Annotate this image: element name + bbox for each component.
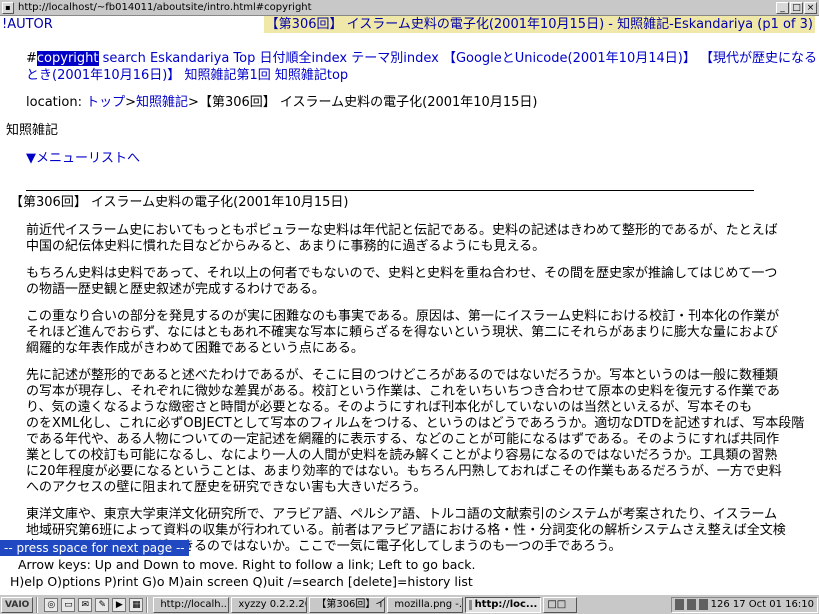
window-menu-icon[interactable]: ▪: [2, 1, 14, 14]
search-link[interactable]: search: [103, 51, 146, 66]
task-misc[interactable]: □□: [543, 596, 578, 613]
image-icon[interactable]: ▦: [129, 597, 144, 612]
location-label: location:: [26, 95, 82, 110]
paragraph-line: 綱羅的な年表作成がきわめて困難であるという点にある。: [26, 341, 364, 356]
minimize-button[interactable]: _: [776, 1, 789, 14]
task-xyzzy[interactable]: xyzzy 0.2.2.20...: [231, 596, 308, 613]
nav-links-line2: とき(2001年10月16日)】 知照雑記第1回 知照雑記top: [26, 67, 348, 84]
window-controls: _ □ ×: [776, 1, 817, 14]
article-heading: 【第306回】 イスラーム史料の電子化(2001年10月15日): [10, 195, 349, 210]
copyright-link[interactable]: copyright: [36, 51, 99, 66]
breadcrumb-current: 【第306回】 イスラーム史料の電子化(2001年10月15日): [198, 95, 538, 110]
paragraph-line: 東洋文庫や、東京大学東洋文化研究所で、アラビア語、ペルシア語、トルコ語の文献索引…: [26, 507, 778, 522]
media-icon[interactable]: ▶: [112, 597, 127, 612]
eskandariya-top-link[interactable]: Eskandariya Top: [150, 51, 255, 66]
browser-icon[interactable]: ◎: [44, 597, 59, 612]
page-title-status: 【第306回】 イスラーム史料の電子化(2001年10月15日) - 知照雑記-…: [263, 16, 815, 33]
paragraph-line: へのアクセスの壁に阻まれて歴史を研究できない害も大きいだろう。: [26, 480, 427, 495]
paragraph-line: り、気の遠くなるような緻密さと時間が必要となる。そのようにすれば刊本化がしていな…: [26, 400, 753, 415]
paragraph-line: この重なり合いの部分を発見するのが実に困難なのも事実である。原因は、第一にイスラ…: [26, 309, 780, 324]
next-article-link-cont[interactable]: とき(2001年10月16日)】: [26, 68, 180, 83]
paragraph-line: もちろん史料は史料であって、それ以上の何者でもないので、史料と史料を重ね合わせ、…: [26, 266, 778, 281]
tray-volume-icon[interactable]: [686, 599, 696, 610]
paragraph-line: のをXML化し、これに必ずOBJECTとして写本のフィルムをつける、というのはど…: [26, 416, 805, 431]
zatsuki-top-link[interactable]: 知照雑記top: [275, 68, 348, 83]
tray-battery-icon[interactable]: [698, 599, 708, 610]
menu-list-link[interactable]: ▼メニューリストへ: [26, 150, 140, 167]
taskbar: VAIO ◎ ▭ ✉ ✎ ▶ ▦ http://localh... xyzzy …: [0, 594, 819, 614]
status-left: !AUTOR: [2, 17, 53, 32]
help-line-keys: Arrow keys: Up and Down to move. Right t…: [0, 556, 819, 573]
window-title-bar: ▪ http://localhost/~fb014011/aboutsite/i…: [0, 0, 819, 16]
paragraph-line: 先に記述が整形的であると述べたわけであるが、そこに目のつけどころがあるのではない…: [26, 368, 779, 383]
start-button[interactable]: VAIO: [1, 596, 34, 613]
nav-links-line1: #copyright search Eskandariya Top 日付順全in…: [26, 50, 817, 67]
task-browser-active[interactable]: http://loc...: [465, 596, 542, 613]
window-title: http://localhost/~fb014011/aboutsite/int…: [18, 2, 312, 13]
hash: #: [26, 51, 37, 66]
first-article-link[interactable]: 知照雑記第1回: [184, 68, 270, 83]
close-button[interactable]: ×: [804, 1, 817, 14]
terminal-area: !AUTOR 【第306回】 イスラーム史料の電子化(2001年10月15日) …: [0, 16, 819, 594]
date-index-link[interactable]: 日付順全index: [260, 51, 348, 66]
mail-icon[interactable]: ✉: [78, 597, 93, 612]
paragraph-line: に20年程度が必要になるということは、あまり効率的ではない。もちろん円熟しておれ…: [26, 464, 782, 479]
taskbar-separator: [36, 596, 39, 613]
next-page-prompt: -- press space for next page --: [0, 540, 189, 556]
clock[interactable]: 126 17 Oct 01 16:10: [711, 599, 814, 610]
breadcrumb: location: トップ>知照雑記>【第306回】 イスラーム史料の電子化(2…: [26, 95, 538, 110]
section-title: 知照雑記: [6, 123, 59, 138]
help-line-commands: H)elp O)ptions P)rint G)o M)ain screen Q…: [0, 573, 819, 590]
tray-network-icon[interactable]: [674, 599, 684, 610]
task-browser-1[interactable]: http://localh...: [153, 596, 230, 613]
edit-icon[interactable]: ✎: [95, 597, 110, 612]
task-article[interactable]: 【第306回】イ...: [309, 596, 386, 613]
horizontal-rule: [26, 190, 754, 191]
paragraph-line: それほど進んでおらず、なにはともあれ不確実な写本に頼らざるを得ないという現状、第…: [26, 325, 778, 340]
system-tray: 126 17 Oct 01 16:10: [670, 596, 818, 613]
taskbar-separator: [146, 596, 149, 613]
paragraph-line: 前近代イスラーム史においてもっともポピュラーな史料は年代記と伝記である。史料の記…: [26, 223, 778, 238]
paragraph-line: である年代や、ある人物についての一定記述を網羅的に表示する、などのことが可能にな…: [26, 432, 780, 447]
prev-article-link[interactable]: 【GoogleとUnicode(2001年10月14日)】: [443, 51, 696, 66]
paragraph-line: の物語一歴史観と歴史叙述が完成するわけである。: [26, 282, 325, 297]
folder-icon[interactable]: ▭: [61, 597, 76, 612]
maximize-button[interactable]: □: [790, 1, 803, 14]
breadcrumb-zatsuki[interactable]: 知照雑記: [136, 95, 188, 110]
paragraph-line: 地域研究第6班によって資料の収集が行われている。前者はアラビア語における格・性・…: [26, 523, 786, 538]
paragraph-line: 業としての校訂も可能になるし、なにより一人の人間が史料を読み解くことがより容易に…: [26, 448, 778, 463]
terminal-icon: [469, 599, 472, 610]
paragraph-line: 中国の紀伝体史料に慣れた目などからみると、あまりに事務的に過ぎるようにも見える。: [26, 239, 546, 254]
next-article-link[interactable]: 【現代が歴史になる: [700, 51, 817, 66]
breadcrumb-top[interactable]: トップ: [86, 95, 125, 110]
task-mozilla-png[interactable]: mozilla.png -...: [387, 596, 464, 613]
status-line: !AUTOR 【第306回】 イスラーム史料の電子化(2001年10月15日) …: [0, 16, 819, 33]
paragraph-line: の写本が現存し、それぞれに微妙な差異がある。校訂という作業は、これをいちいちつき…: [26, 384, 780, 399]
theme-index-link[interactable]: テーマ別index: [351, 51, 439, 66]
